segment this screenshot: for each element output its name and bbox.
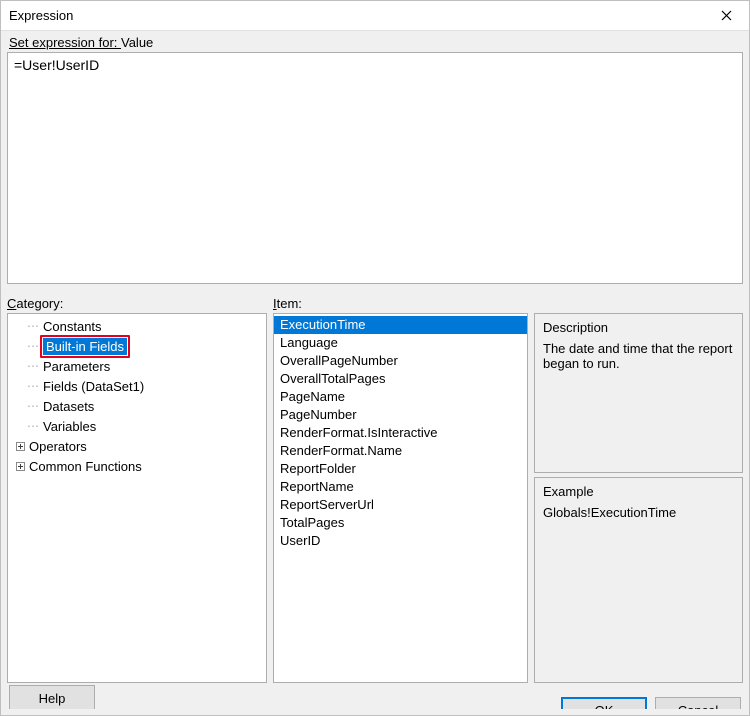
item-row[interactable]: UserID xyxy=(274,532,527,550)
category-item[interactable]: Common Functions xyxy=(12,456,266,476)
category-item-label: Variables xyxy=(40,418,99,435)
item-row[interactable]: RenderFormat.Name xyxy=(274,442,527,460)
cancel-button[interactable]: Cancel xyxy=(655,697,741,709)
tree-branch-icon: ⋯ xyxy=(26,339,40,353)
description-text: The date and time that the report began … xyxy=(543,341,734,371)
example-heading: Example xyxy=(543,484,734,499)
expression-text: =User!UserID xyxy=(14,57,99,73)
panel-labels: Category: Item: xyxy=(7,294,743,313)
item-row[interactable]: OverallPageNumber xyxy=(274,352,527,370)
example-box: Example Globals!ExecutionTime xyxy=(534,477,743,683)
expression-textarea[interactable]: =User!UserID xyxy=(7,52,743,284)
category-panel: ⋯Constants⋯Built-in Fields⋯Parameters⋯Fi… xyxy=(7,313,267,683)
tree-branch-icon: ⋯ xyxy=(26,419,40,433)
titlebar: Expression xyxy=(1,1,749,31)
item-row[interactable]: ReportName xyxy=(274,478,527,496)
tree-branch-icon: ⋯ xyxy=(26,399,40,413)
item-row[interactable]: ReportServerUrl xyxy=(274,496,527,514)
category-item[interactable]: ⋯Parameters xyxy=(12,356,266,376)
item-row[interactable]: Language xyxy=(274,334,527,352)
category-item-label: Common Functions xyxy=(26,458,145,475)
category-item[interactable]: Operators xyxy=(12,436,266,456)
panels: ⋯Constants⋯Built-in Fields⋯Parameters⋯Fi… xyxy=(7,313,743,683)
description-heading: Description xyxy=(543,320,734,335)
ok-button[interactable]: OK xyxy=(561,697,647,709)
tree-branch-icon: ⋯ xyxy=(26,379,40,393)
category-item-label: Datasets xyxy=(40,398,97,415)
close-icon xyxy=(721,10,732,21)
right-panel: Description The date and time that the r… xyxy=(534,313,743,683)
item-list[interactable]: ExecutionTimeLanguageOverallPageNumberOv… xyxy=(273,313,528,683)
expand-icon[interactable] xyxy=(14,462,26,471)
category-item[interactable]: ⋯Constants xyxy=(12,316,266,336)
button-row: Help OK Cancel xyxy=(7,683,743,709)
category-item[interactable]: ⋯Variables xyxy=(12,416,266,436)
category-item[interactable]: ⋯Fields (DataSet1) xyxy=(12,376,266,396)
tree-branch-icon: ⋯ xyxy=(26,359,40,373)
expression-dialog: Expression Set expression for: Value =Us… xyxy=(0,0,750,716)
item-row[interactable]: ExecutionTime xyxy=(274,316,527,334)
category-item-label: Parameters xyxy=(40,358,113,375)
category-item[interactable]: ⋯Datasets xyxy=(12,396,266,416)
help-button[interactable]: Help xyxy=(9,685,95,709)
item-row[interactable]: TotalPages xyxy=(274,514,527,532)
window-title: Expression xyxy=(9,8,73,23)
category-item-label: Operators xyxy=(26,438,90,455)
category-label: Category: xyxy=(7,294,273,313)
item-panel: ExecutionTimeLanguageOverallPageNumberOv… xyxy=(273,313,528,683)
description-box: Description The date and time that the r… xyxy=(534,313,743,473)
right-buttons: OK Cancel xyxy=(553,697,741,709)
category-item-label: Built-in Fields xyxy=(43,338,127,355)
item-row[interactable]: OverallTotalPages xyxy=(274,370,527,388)
example-text: Globals!ExecutionTime xyxy=(543,505,734,520)
category-item[interactable]: ⋯Built-in Fields xyxy=(12,336,266,356)
expand-icon[interactable] xyxy=(14,442,26,451)
category-tree[interactable]: ⋯Constants⋯Built-in Fields⋯Parameters⋯Fi… xyxy=(7,313,267,683)
item-row[interactable]: ReportFolder xyxy=(274,460,527,478)
tree-branch-icon: ⋯ xyxy=(26,319,40,333)
category-item-label: Fields (DataSet1) xyxy=(40,378,147,395)
item-label: Item: xyxy=(273,294,528,313)
item-row[interactable]: PageName xyxy=(274,388,527,406)
dialog-body: Set expression for: Value =User!UserID C… xyxy=(1,31,749,715)
item-row[interactable]: RenderFormat.IsInteractive xyxy=(274,424,527,442)
item-row[interactable]: PageNumber xyxy=(274,406,527,424)
close-button[interactable] xyxy=(704,1,749,31)
set-expression-for-label: Set expression for: Value xyxy=(7,31,743,52)
category-item-label: Constants xyxy=(40,318,105,335)
